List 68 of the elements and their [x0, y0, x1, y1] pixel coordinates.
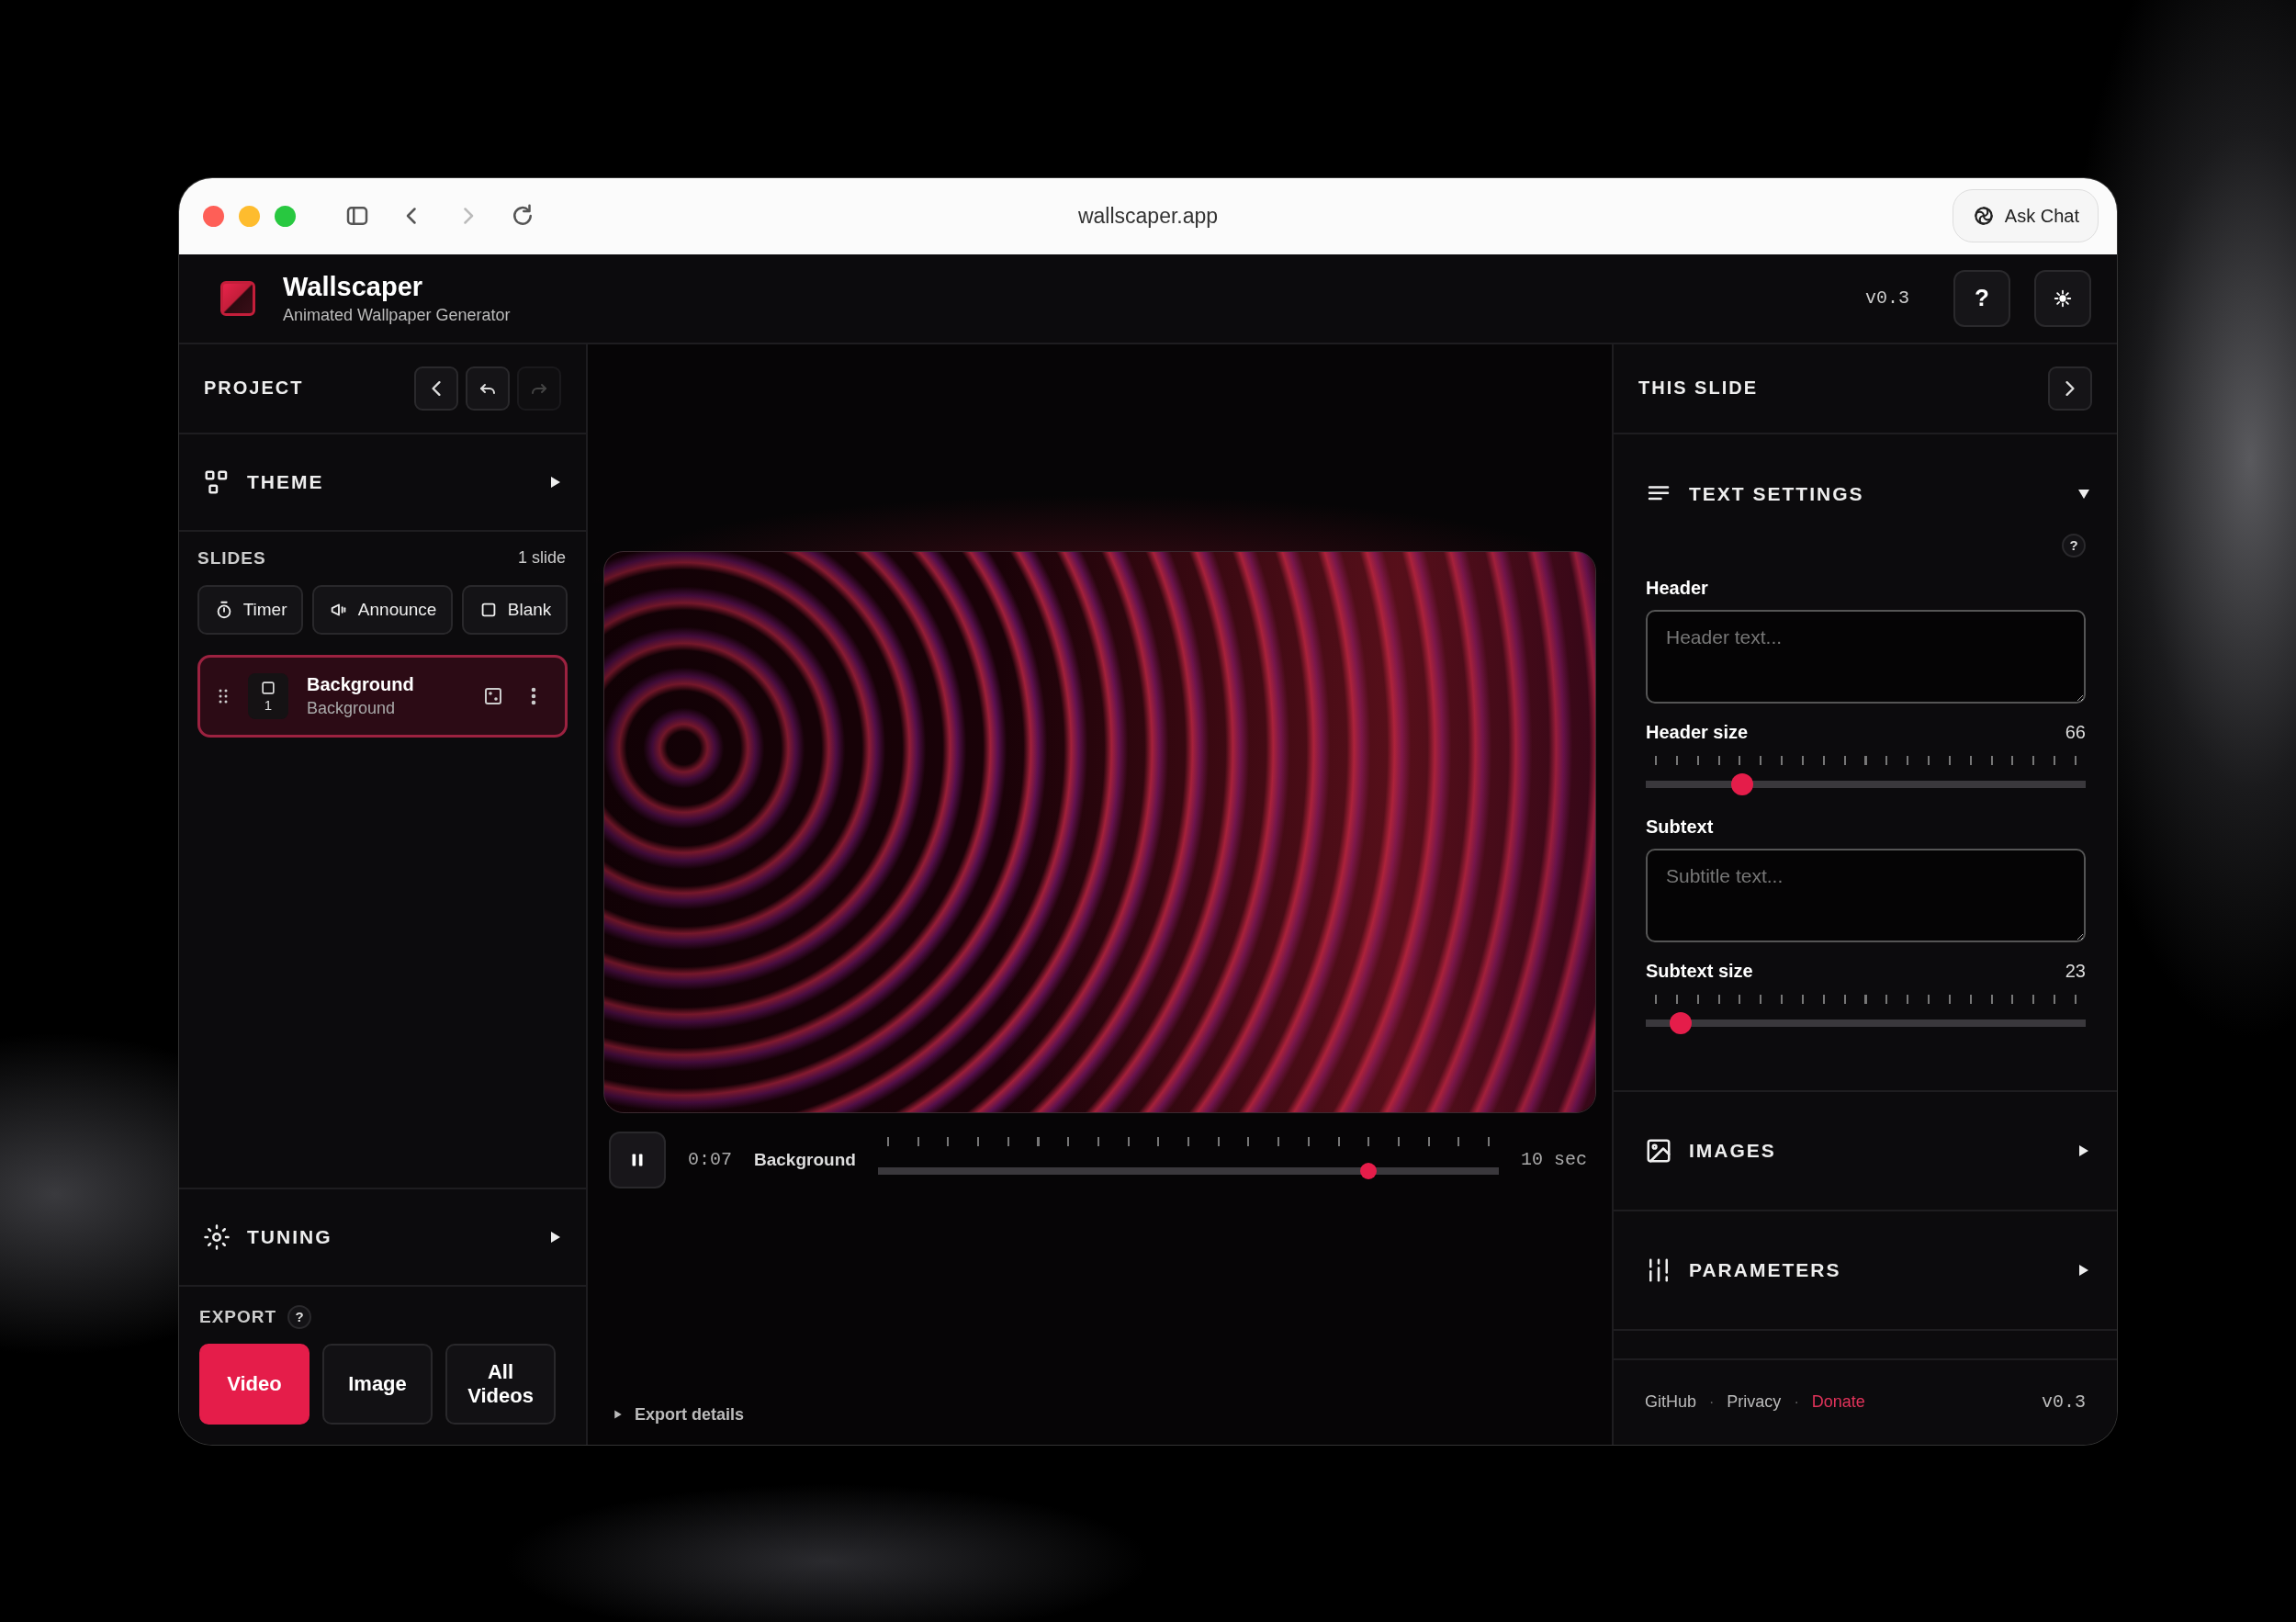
address-bar[interactable]: wallscaper.app [1077, 203, 1219, 229]
app-subtitle: Animated Wallpaper Generator [283, 305, 511, 325]
footer-link[interactable]: Privacy [1727, 1392, 1782, 1412]
slider-value: 23 [2065, 960, 2086, 982]
export-option-button[interactable]: All Videos [445, 1343, 556, 1425]
help-button[interactable]: ? [1953, 269, 2010, 327]
settings-button[interactable] [2034, 269, 2091, 327]
text-input-field[interactable]: Subtitle text... [1646, 848, 2086, 942]
add-slide-button[interactable]: Blank [462, 584, 568, 635]
section-title: SLIDES [197, 547, 266, 569]
panel-title: THIS SLIDE [1638, 377, 1758, 399]
current-time: 0:07 [688, 1149, 732, 1170]
section-title: EXPORT [199, 1306, 277, 1327]
help-button[interactable]: ? [287, 1304, 312, 1329]
section-header[interactable]: IMAGES [1614, 1091, 2117, 1211]
logo-icon [220, 280, 255, 316]
field-label: Header [1646, 577, 1709, 599]
slider-thumb[interactable] [1731, 772, 1754, 795]
slide-title: Background [307, 673, 414, 695]
section-header[interactable]: TUNING [179, 1187, 586, 1287]
section-title: PARAMETERS [1689, 1258, 1841, 1281]
separator-dot: · [1794, 1393, 1799, 1411]
button-label: Ask Chat [2004, 205, 2079, 227]
section-header[interactable]: PARAMETERS [1614, 1211, 2117, 1331]
slide-name: Background [754, 1149, 856, 1170]
field-label: Subtext size [1646, 960, 1753, 982]
add-slide-button[interactable]: Announce [312, 584, 454, 635]
chevron-right-icon [2065, 380, 2075, 396]
undo-button[interactable] [466, 366, 510, 411]
chevron-left-icon [432, 380, 441, 396]
export-option-button[interactable]: Video [199, 1343, 310, 1425]
separator-dot: · [1709, 1393, 1715, 1411]
duration-label: 10 sec [1521, 1149, 1587, 1170]
pause-button[interactable] [609, 1131, 666, 1188]
field-label: Subtext [1646, 816, 1715, 838]
slider-thumb[interactable] [1360, 1162, 1377, 1179]
section-title: IMAGES [1689, 1139, 1776, 1162]
section-title: THEME [247, 470, 324, 493]
help-button[interactable]: ? [2062, 533, 2086, 558]
settings-icon [2053, 287, 2073, 309]
slide-number: 1 [264, 697, 273, 713]
add-slide-button[interactable]: Timer [197, 584, 304, 635]
text-input-field[interactable]: Header text... [1646, 609, 2086, 704]
export-details-toggle[interactable]: Export details [613, 1404, 1596, 1425]
version-label: v0.3 [1865, 287, 1909, 309]
ask-chat-button[interactable]: Ask Chat [1952, 189, 2099, 242]
slider-value: 66 [2065, 721, 2086, 743]
section-title: TEXT SETTINGS [1689, 482, 1864, 505]
field-label: Header size [1646, 721, 1749, 743]
chevron-left-button[interactable] [414, 366, 458, 411]
window-control-button[interactable] [203, 205, 224, 227]
slider-thumb[interactable] [1670, 1011, 1693, 1034]
section-header[interactable]: THEME [179, 434, 586, 532]
footer-link[interactable]: GitHub [1645, 1392, 1697, 1412]
sun-icon [203, 1222, 231, 1251]
slide-subtitle: Background [307, 698, 397, 718]
version-label: v0.3 [2042, 1391, 2086, 1413]
section-title: TUNING [247, 1225, 332, 1248]
section-header[interactable]: TEXT SETTINGS [1614, 454, 2117, 534]
slide-item[interactable]: 1 Background Background [197, 654, 568, 738]
export-option-button[interactable]: Image [322, 1343, 433, 1425]
panel-title: PROJECT [204, 377, 304, 399]
app-title: Wallscaper [283, 271, 424, 302]
chevron-button[interactable] [2048, 366, 2092, 411]
footer-link[interactable]: Donate [1811, 1392, 1865, 1412]
square-icon [259, 679, 277, 697]
expand-triangle-icon [613, 1409, 624, 1420]
slide-count: 1 slide [517, 548, 566, 568]
